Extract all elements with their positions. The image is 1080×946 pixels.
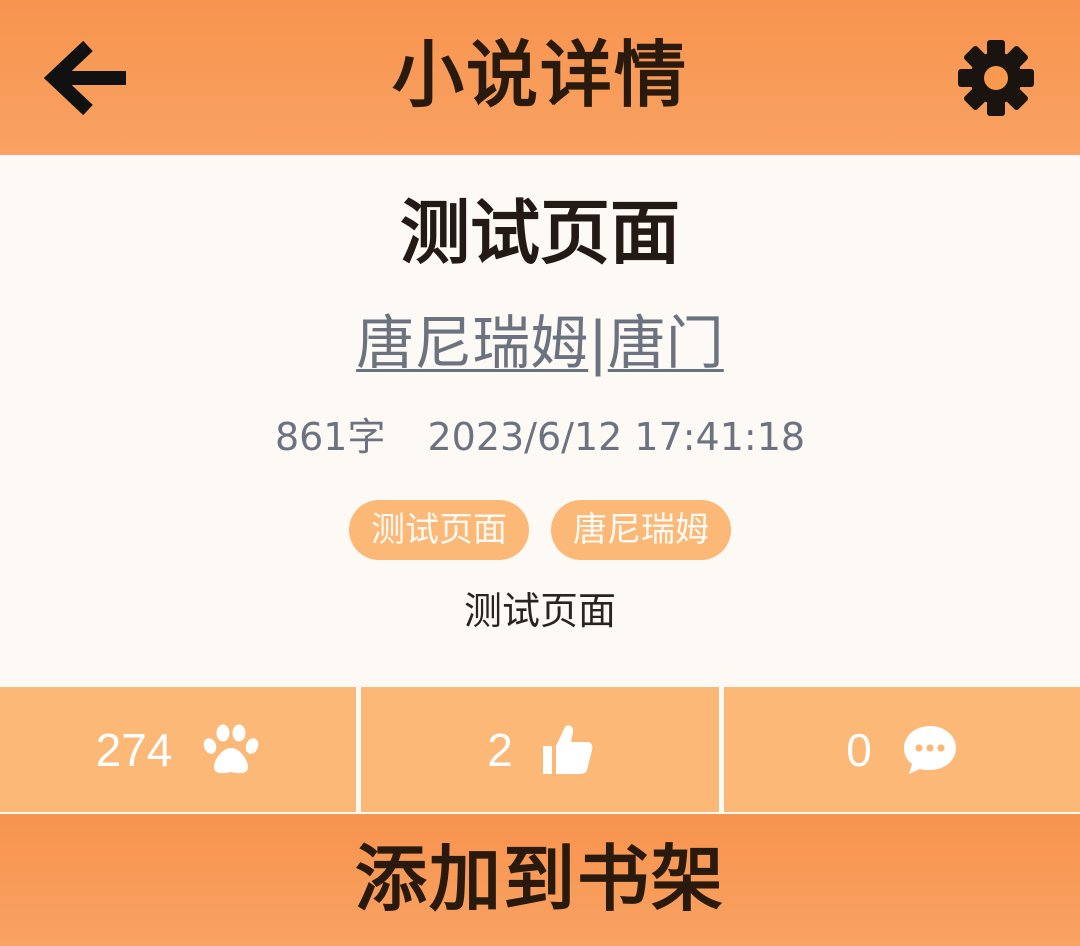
- views-count: 274: [95, 723, 173, 776]
- comments-count: 0: [846, 723, 872, 776]
- stats-bar: 274 2 0: [0, 687, 1080, 812]
- tag-list: 测试页面 唐尼瑞姆: [0, 500, 1080, 560]
- novel-title: 测试页面: [400, 192, 680, 274]
- author-line: 唐尼瑞姆|唐门: [0, 307, 1080, 379]
- novel-description: 测试页面: [463, 589, 616, 633]
- meta-line: 861字 2023/6/12 17:41:18: [0, 413, 1080, 461]
- comment-bubble-icon: [903, 725, 956, 774]
- author-separator: |: [588, 309, 608, 377]
- novel-detail-panel: 测试页面 唐尼瑞姆|唐门 861字 2023/6/12 17:41:18 测试页面…: [0, 155, 1080, 687]
- tag-chip[interactable]: 测试页面: [349, 500, 529, 560]
- gear-icon: [958, 40, 1034, 116]
- author-link[interactable]: 唐尼瑞姆: [356, 309, 588, 377]
- page-title: 小说详情: [391, 33, 688, 117]
- faction-link[interactable]: 唐门: [608, 309, 724, 377]
- add-to-shelf-button[interactable]: 添加到书架: [0, 814, 1080, 946]
- thumbs-up-icon: [542, 724, 593, 774]
- views-stat[interactable]: 274: [0, 687, 356, 812]
- arrow-left-icon: [43, 40, 126, 116]
- back-button[interactable]: [36, 28, 136, 128]
- likes-stat[interactable]: 2: [361, 687, 719, 812]
- updated-time: 2023/6/12 17:41:18: [427, 415, 806, 459]
- likes-count: 2: [487, 723, 513, 776]
- tag-chip[interactable]: 唐尼瑞姆: [551, 500, 731, 560]
- app-bar: 小说详情: [0, 0, 1080, 155]
- word-count: 861字: [274, 415, 386, 459]
- comments-stat[interactable]: 0: [724, 687, 1080, 812]
- settings-button[interactable]: [946, 28, 1046, 128]
- paw-icon: [204, 724, 259, 773]
